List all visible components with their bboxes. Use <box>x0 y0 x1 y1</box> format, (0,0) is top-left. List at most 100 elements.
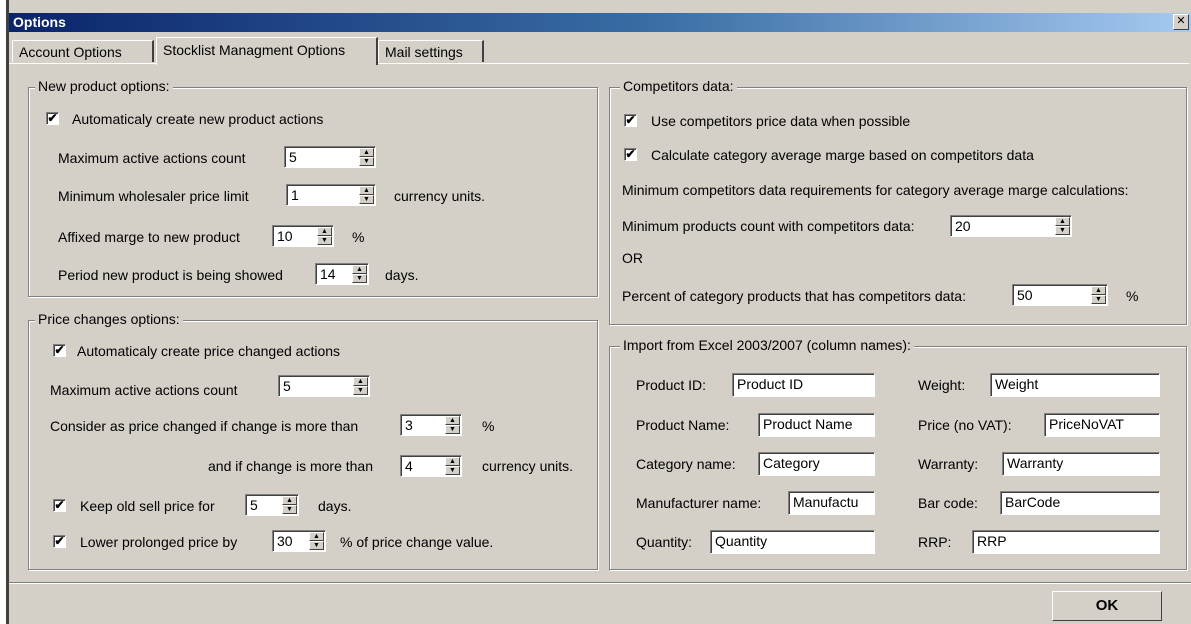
close-button[interactable]: ✕ <box>1173 14 1189 30</box>
import-category-name-input[interactable]: Category <box>758 452 875 476</box>
tab-label: Account Options <box>19 44 122 60</box>
comp-or-label: OR <box>622 250 643 266</box>
comp-use-checkbox[interactable]: ✔ <box>624 114 637 127</box>
spin-up-arrow-icon[interactable]: ▲ <box>445 416 460 425</box>
pc-and-if-label: and if change is more than <box>208 458 373 474</box>
import-quantity-label: Quantity: <box>636 534 693 550</box>
tab-label: Stocklist Managment Options <box>163 42 346 58</box>
np-min-wholesaler-spinner[interactable]: 1 ▲ ▼ <box>286 184 376 206</box>
checkmark-icon: ✔ <box>625 113 636 127</box>
title-bar[interactable]: Options ✕ <box>9 13 1191 32</box>
spinner-value: 30 <box>277 533 293 549</box>
import-bar-code-label: Bar code: <box>918 495 978 511</box>
spin-up-arrow-icon[interactable]: ▲ <box>317 227 332 236</box>
pc-max-active-label: Maximum active actions count <box>50 382 238 398</box>
import-legend: Import from Excel 2003/2007 (column name… <box>620 337 914 353</box>
import-product-id-label: Product ID: <box>636 377 707 393</box>
import-manufacturer-name-input[interactable]: Manufactu <box>788 491 875 515</box>
pc-max-active-spinner[interactable]: 5 ▲ ▼ <box>278 375 370 397</box>
pc-consider-spinner[interactable]: 3 ▲ ▼ <box>400 414 462 436</box>
pc-consider-label: Consider as price changed if change is m… <box>50 418 359 434</box>
spin-up-arrow-icon[interactable]: ▲ <box>359 186 374 195</box>
spin-down-arrow-icon[interactable]: ▼ <box>1055 226 1070 235</box>
spinner-value: 3 <box>405 417 413 433</box>
comp-requirements-label: Minimum competitors data requirements fo… <box>622 182 1129 198</box>
ok-button[interactable]: OK <box>1052 591 1162 621</box>
competitors-legend: Competitors data: <box>620 78 737 94</box>
spin-down-arrow-icon[interactable]: ▼ <box>359 195 374 204</box>
spin-down-arrow-icon[interactable]: ▼ <box>445 425 460 434</box>
comp-use-label: Use competitors price data when possible <box>651 113 911 129</box>
pc-lower-spinner[interactable]: 30 ▲ ▼ <box>272 530 326 552</box>
comp-percent-spinner[interactable]: 50 ▲ ▼ <box>1012 284 1108 306</box>
import-product-id-input[interactable]: Product ID <box>732 373 875 397</box>
pc-keep-old-label: Keep old sell price for <box>80 498 215 514</box>
comp-percent-label: Percent of category products that has co… <box>622 288 966 304</box>
spinner-value: 5 <box>250 497 258 513</box>
np-auto-create-checkbox[interactable]: ✔ <box>46 112 59 125</box>
price-changes-legend: Price changes options: <box>35 311 183 327</box>
spin-down-arrow-icon[interactable]: ▼ <box>352 274 367 283</box>
np-max-active-spinner[interactable]: 5 ▲ ▼ <box>284 146 376 168</box>
pc-and-if-spinner[interactable]: 4 ▲ ▼ <box>400 455 462 477</box>
pc-and-if-unit: currency units. <box>482 458 574 474</box>
spin-up-arrow-icon[interactable]: ▲ <box>352 265 367 274</box>
spinner-value: 50 <box>1017 287 1033 303</box>
spin-up-arrow-icon[interactable]: ▲ <box>1055 217 1070 226</box>
checkmark-icon: ✔ <box>54 343 65 357</box>
np-period-label: Period new product is being showed <box>58 267 283 283</box>
spin-down-arrow-icon[interactable]: ▼ <box>309 541 324 550</box>
spin-up-arrow-icon[interactable]: ▲ <box>282 496 297 505</box>
checkmark-icon: ✔ <box>54 534 65 548</box>
spin-down-arrow-icon[interactable]: ▼ <box>317 236 332 245</box>
spinner-value: 4 <box>405 458 413 474</box>
np-auto-create-label: Automaticaly create new product actions <box>72 111 324 127</box>
spinner-value: 14 <box>320 266 336 282</box>
comp-min-products-spinner[interactable]: 20 ▲ ▼ <box>950 215 1072 237</box>
window-left-edge <box>6 0 9 624</box>
pc-lower-unit: % of price change value. <box>340 534 494 550</box>
pc-lower-label: Lower prolonged price by <box>80 534 238 550</box>
import-rrp-label: RRP: <box>918 534 952 550</box>
import-rrp-input[interactable]: RRP <box>972 530 1160 554</box>
import-price-no-vat-input[interactable]: PriceNoVAT <box>1044 413 1160 437</box>
tab-label: Mail settings <box>385 44 463 60</box>
spin-down-arrow-icon[interactable]: ▼ <box>1091 295 1106 304</box>
spin-down-arrow-icon[interactable]: ▼ <box>282 505 297 514</box>
import-product-name-input[interactable]: Product Name <box>758 413 875 437</box>
pc-keep-old-checkbox[interactable]: ✔ <box>53 499 66 512</box>
comp-calc-checkbox[interactable]: ✔ <box>624 148 637 161</box>
import-bar-code-input[interactable]: BarCode <box>1000 491 1160 515</box>
spinner-value: 10 <box>277 228 293 244</box>
spin-down-arrow-icon[interactable]: ▼ <box>359 157 374 166</box>
spin-down-arrow-icon[interactable]: ▼ <box>445 466 460 475</box>
comp-min-products-label: Minimum products count with competitors … <box>622 218 915 234</box>
import-quantity-input[interactable]: Quantity <box>710 530 875 554</box>
tab-account-options[interactable]: Account Options <box>12 40 154 62</box>
np-period-spinner[interactable]: 14 ▲ ▼ <box>315 263 369 285</box>
pc-lower-checkbox[interactable]: ✔ <box>53 535 66 548</box>
pc-keep-old-unit: days. <box>318 498 352 514</box>
spin-up-arrow-icon[interactable]: ▲ <box>353 377 368 386</box>
import-weight-input[interactable]: Weight <box>990 373 1160 397</box>
spin-up-arrow-icon[interactable]: ▲ <box>1091 286 1106 295</box>
spin-up-arrow-icon[interactable]: ▲ <box>309 532 324 541</box>
spin-up-arrow-icon[interactable]: ▲ <box>359 148 374 157</box>
import-warranty-input[interactable]: Warranty <box>1002 452 1160 476</box>
tab-mail-settings[interactable]: Mail settings <box>378 40 484 62</box>
import-warranty-label: Warranty: <box>918 456 979 472</box>
close-icon: ✕ <box>1176 15 1186 27</box>
pc-keep-old-spinner[interactable]: 5 ▲ ▼ <box>245 494 299 516</box>
np-period-unit: days. <box>385 267 419 283</box>
spin-down-arrow-icon[interactable]: ▼ <box>353 386 368 395</box>
tab-stocklist-managment-options[interactable]: Stocklist Managment Options <box>156 37 378 65</box>
spin-up-arrow-icon[interactable]: ▲ <box>445 457 460 466</box>
spinner-value: 20 <box>955 218 971 234</box>
spinner-value: 5 <box>283 378 291 394</box>
np-affixed-marge-spinner[interactable]: 10 ▲ ▼ <box>272 225 334 247</box>
pc-auto-create-checkbox[interactable]: ✔ <box>53 344 66 357</box>
spinner-value: 5 <box>289 149 297 165</box>
import-price-no-vat-label: Price (no VAT): <box>918 417 1012 433</box>
pc-auto-create-label: Automaticaly create price changed action… <box>77 343 341 359</box>
comp-percent-unit: % <box>1126 288 1139 304</box>
